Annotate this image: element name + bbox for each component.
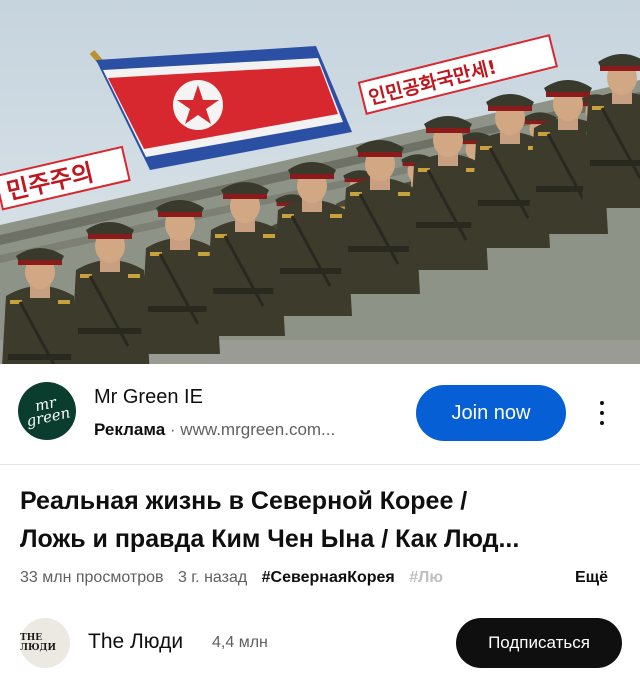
video-title[interactable]: Реальная жизнь в Северной Корее / Ложь и… [20, 482, 624, 558]
channel-row[interactable]: THE ЛЮДИ The Люди 4,4 млн Подписаться [0, 612, 640, 676]
video-title-line-2: Ложь и правда Ким Чен Ына / Как Люд... [20, 525, 520, 553]
hashtag-link[interactable]: #СевернаяКорея [262, 569, 395, 586]
ad-row[interactable]: mr green Mr Green IE Реклама · www.mrgre… [0, 364, 640, 464]
advertiser-name[interactable]: Mr Green IE [94, 386, 203, 409]
channel-name[interactable]: The Люди [88, 630, 183, 654]
video-title-line-1: Реальная жизнь в Северной Корее / [20, 487, 468, 515]
ad-meta: Реклама · www.mrgreen.com... [94, 420, 335, 440]
channel-avatar-text: THE ЛЮДИ [20, 633, 57, 653]
subscribe-button[interactable]: Подписаться [456, 618, 622, 668]
show-more-button[interactable]: Ещё [569, 569, 609, 587]
divider [0, 464, 640, 465]
thumbnail-image: 민주주의 인민공화국만세! [0, 0, 640, 364]
ad-separator: · [169, 420, 176, 439]
hashtag-link-faded[interactable]: #Лю [409, 569, 443, 586]
ad-url[interactable]: www.mrgreen.com... [180, 420, 335, 439]
upload-age: 3 г. назад [177, 569, 248, 586]
ad-label: Реклама [94, 420, 166, 439]
advertiser-logo-text: mr green [24, 393, 72, 431]
view-count: 33 млн просмотров [20, 569, 164, 586]
video-meta[interactable]: 33 млн просмотров 3 г. назад #СевернаяКо… [20, 569, 620, 587]
channel-avatar[interactable]: THE ЛЮДИ [20, 618, 70, 668]
video-thumbnail[interactable]: 민주주의 인민공화국만세! [0, 0, 640, 364]
advertiser-logo[interactable]: mr green [12, 376, 82, 446]
join-now-button[interactable]: Join now [416, 385, 566, 441]
subscriber-count: 4,4 млн [212, 634, 268, 651]
more-vertical-icon[interactable] [592, 398, 612, 428]
